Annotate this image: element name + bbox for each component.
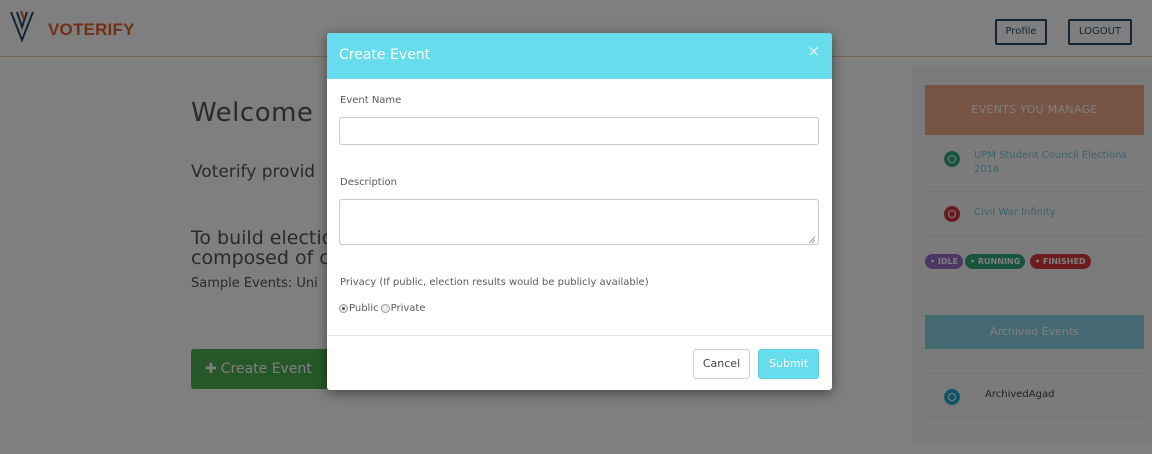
submit-button[interactable]: Submit [758,349,819,379]
privacy-radio-group: Public Private [339,303,425,314]
private-radio[interactable] [380,304,390,313]
resize-grip-icon[interactable] [808,236,816,244]
event-name-input[interactable] [339,117,819,145]
modal-header: Create Event × [327,33,832,79]
description-label: Description [340,177,397,188]
private-radio-label[interactable]: Private [391,303,426,314]
public-radio-label[interactable]: Public [349,303,379,314]
public-radio[interactable] [339,304,348,313]
privacy-label: Privacy (If public, election results wou… [340,277,649,288]
create-event-modal: Create Event × Event Name Description Pr… [327,33,832,390]
close-icon[interactable]: × [807,43,820,59]
cancel-button[interactable]: Cancel [693,349,750,379]
event-name-label: Event Name [340,95,402,106]
modal-footer: Cancel Submit [327,335,832,390]
modal-title: Create Event [339,47,431,63]
description-textarea[interactable] [339,199,819,245]
